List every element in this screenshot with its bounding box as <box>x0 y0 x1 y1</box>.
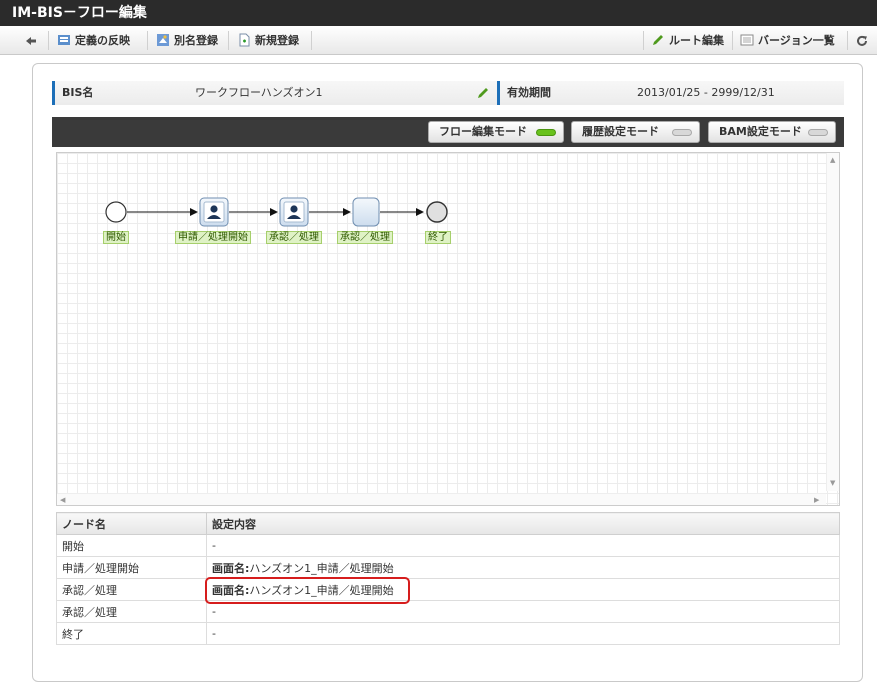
table-row[interactable]: 終了 - <box>56 622 840 645</box>
table-row[interactable]: 承認／処理 - <box>56 600 840 623</box>
start-node[interactable] <box>105 201 127 223</box>
scroll-up-icon[interactable]: ▲ <box>830 156 835 164</box>
setting-value: - <box>212 605 216 618</box>
user-task-node[interactable] <box>279 197 309 227</box>
node-label: 終了 <box>425 231 451 244</box>
setting-cell: - <box>206 622 840 645</box>
node-settings-table: ノード名 設定内容 開始 - 申請／処理開始 画面名:ハンズオン1_申請／処理開… <box>56 512 840 645</box>
table-row[interactable]: 開始 - <box>56 534 840 557</box>
table-header-row: ノード名 設定内容 <box>56 512 840 535</box>
setting-cell: - <box>206 534 840 557</box>
task-node[interactable] <box>352 197 380 227</box>
end-node[interactable] <box>426 201 448 223</box>
column-header-node-name: ノード名 <box>56 512 207 535</box>
node-label: 承認／処理 <box>266 231 322 244</box>
canvas-horizontal-scrollbar[interactable]: ◀ ▶ <box>57 493 826 505</box>
setting-value: - <box>212 539 216 552</box>
setting-value: ハンズオン1_申請／処理開始 <box>249 561 394 575</box>
canvas-vertical-scrollbar[interactable]: ▲ ▼ <box>826 153 839 491</box>
node-label: 申請／処理開始 <box>175 231 251 244</box>
node-name-cell: 申請／処理開始 <box>56 556 207 579</box>
node-name-cell: 終了 <box>56 622 207 645</box>
setting-cell: 画面名:ハンズオン1_申請／処理開始 <box>206 556 840 579</box>
highlight-box <box>205 577 410 604</box>
node-name-cell: 承認／処理 <box>56 578 207 601</box>
setting-value: - <box>212 627 216 640</box>
node-label: 開始 <box>103 231 129 244</box>
table-row[interactable]: 承認／処理 画面名:ハンズオン1_申請／処理開始 <box>56 578 840 601</box>
node-name-cell: 承認／処理 <box>56 600 207 623</box>
scroll-left-icon[interactable]: ◀ <box>60 496 65 504</box>
node-name-cell: 開始 <box>56 534 207 557</box>
user-task-node[interactable] <box>199 197 229 227</box>
column-header-setting: 設定内容 <box>206 512 840 535</box>
scroll-right-icon[interactable]: ▶ <box>814 496 819 504</box>
table-row[interactable]: 申請／処理開始 画面名:ハンズオン1_申請／処理開始 <box>56 556 840 579</box>
scroll-down-icon[interactable]: ▼ <box>830 479 835 487</box>
setting-prefix: 画面名: <box>212 561 250 575</box>
node-label: 承認／処理 <box>337 231 393 244</box>
